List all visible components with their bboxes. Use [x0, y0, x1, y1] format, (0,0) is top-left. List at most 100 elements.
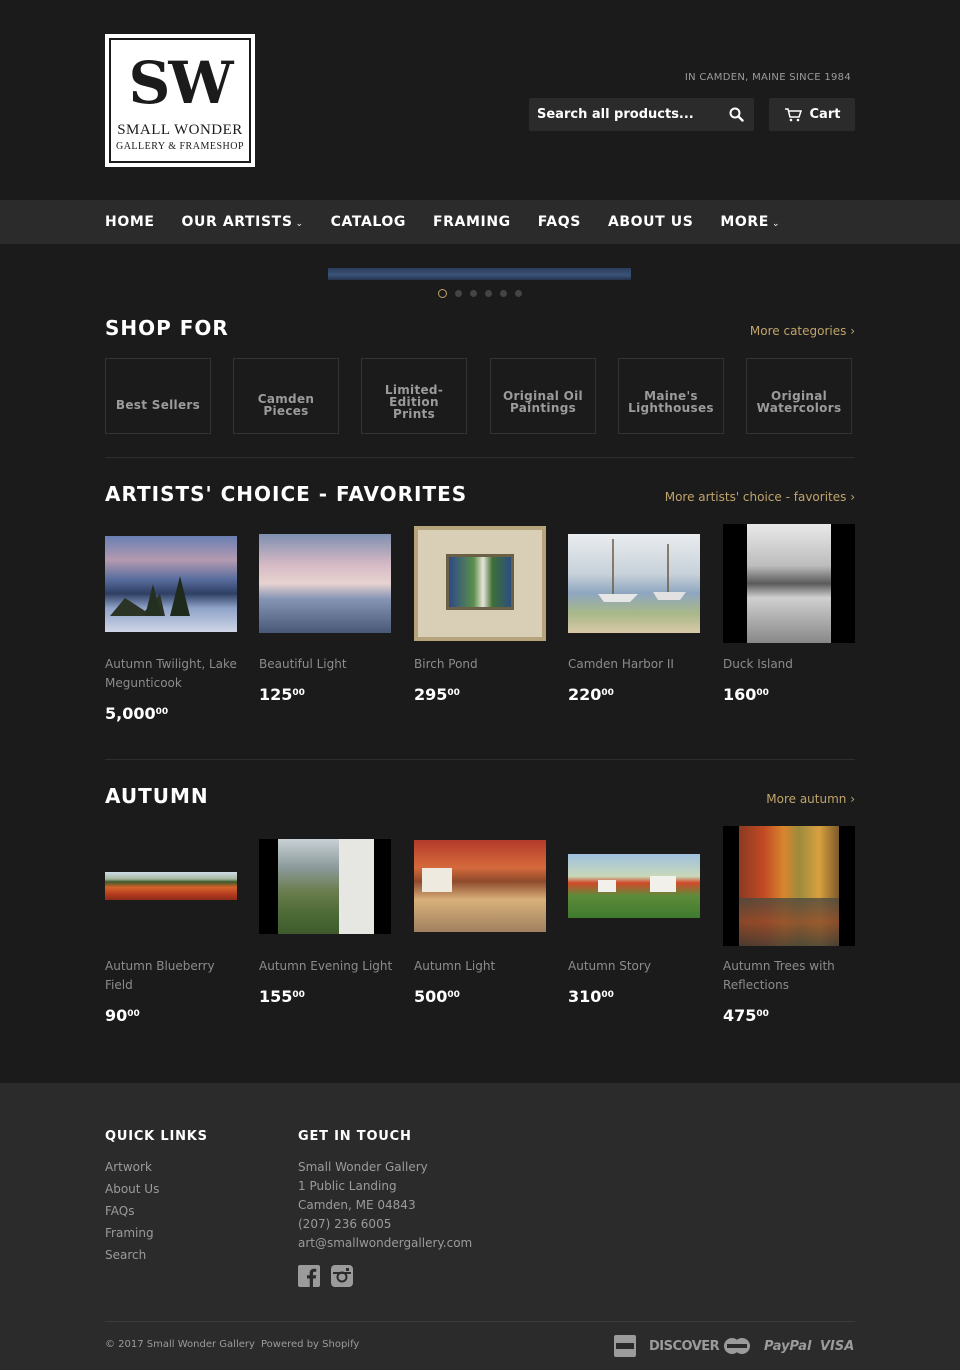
discover-icon: DISCOVER: [649, 1339, 720, 1354]
site-logo[interactable]: SW SMALL WONDER GALLERY & FRAMESHOP: [105, 34, 255, 167]
slider-dot[interactable]: [455, 290, 462, 297]
nav-our-artists[interactable]: OUR ARTISTS ⌄: [182, 200, 304, 246]
product-title[interactable]: Autumn Evening Light: [259, 957, 394, 976]
favorites-header: ARTISTS' CHOICE - FAVORITES More artists…: [105, 482, 855, 506]
divider: [105, 759, 855, 760]
contact-name: Small Wonder Gallery: [298, 1160, 428, 1174]
chevron-down-icon: ⌄: [295, 219, 304, 229]
product-image[interactable]: [568, 534, 700, 633]
nav-catalog[interactable]: CATALOG: [331, 200, 406, 246]
search-icon: [729, 107, 744, 122]
nav-about-us[interactable]: ABOUT US: [608, 200, 693, 246]
logo-name: SMALL WONDER: [117, 122, 243, 138]
search-input[interactable]: [529, 107, 719, 122]
mastercard-icon: [724, 1338, 750, 1354]
product-image[interactable]: [723, 826, 855, 946]
more-favorites-link[interactable]: More artists' choice - favorites ›: [665, 490, 855, 504]
category-tile[interactable]: Camden Pieces: [233, 358, 339, 434]
more-autumn-link[interactable]: More autumn ›: [766, 792, 855, 806]
product-image[interactable]: [259, 534, 391, 633]
product-price: 5,00000: [105, 704, 169, 723]
contact-address: 1 Public Landing: [298, 1179, 397, 1193]
cart-label: Cart: [809, 107, 841, 122]
quick-links-title: QUICK LINKS: [105, 1129, 208, 1144]
more-categories-link[interactable]: More categories ›: [750, 324, 855, 338]
product-title[interactable]: Camden Harbor II: [568, 655, 703, 674]
copyright: © 2017 Small Wonder Gallery: [105, 1339, 255, 1350]
search-form: [529, 98, 754, 131]
product-image[interactable]: [568, 854, 700, 918]
slider-dot[interactable]: [470, 290, 477, 297]
product-price: 31000: [568, 987, 614, 1006]
product-price: 15500: [259, 987, 305, 1006]
footer-link-search[interactable]: Search: [105, 1248, 146, 1262]
visa-icon: VISA: [820, 1339, 855, 1354]
product-title[interactable]: Autumn Twilight, Lake Megunticook: [105, 655, 240, 693]
product-image[interactable]: [414, 840, 546, 932]
chevron-down-icon: ⌄: [771, 219, 781, 229]
product-image[interactable]: [259, 839, 391, 934]
category-tile[interactable]: Original Watercolors: [746, 358, 852, 434]
footer-divider: [105, 1321, 855, 1322]
product-title[interactable]: Duck Island: [723, 655, 858, 674]
product-title[interactable]: Autumn Story: [568, 957, 703, 976]
contact-email[interactable]: art@smallwondergallery.com: [298, 1236, 472, 1250]
main-nav: HOME OUR ARTISTS ⌄ CATALOG FRAMING FAQS A…: [0, 200, 960, 244]
slider-dot[interactable]: [438, 289, 447, 298]
shop-for-header: SHOP FOR More categories ›: [105, 316, 855, 340]
nav-more[interactable]: MORE ⌄: [720, 200, 780, 246]
product-title[interactable]: Birch Pond: [414, 655, 549, 674]
logo-subtitle: GALLERY & FRAMESHOP: [115, 141, 245, 152]
site-header: SW SMALL WONDER GALLERY & FRAMESHOP IN C…: [0, 0, 960, 200]
facebook-icon[interactable]: [298, 1265, 320, 1287]
footer-link-artwork[interactable]: Artwork: [105, 1160, 152, 1174]
product-price: 22000: [568, 685, 614, 704]
product-title[interactable]: Autumn Light: [414, 957, 549, 976]
american-express-icon: [614, 1335, 636, 1357]
product-price: 16000: [723, 685, 769, 704]
category-tile[interactable]: Original Oil Paintings: [490, 358, 596, 434]
product-image[interactable]: [105, 536, 237, 632]
product-price: 9000: [105, 1006, 140, 1025]
cart-button[interactable]: Cart: [769, 98, 855, 131]
contact-phone[interactable]: (207) 236 6005: [298, 1217, 391, 1231]
product-price: 50000: [414, 987, 460, 1006]
tagline: IN CAMDEN, MAINE SINCE 1984: [684, 72, 851, 83]
footer-link-framing[interactable]: Framing: [105, 1226, 154, 1240]
product-price: 12500: [259, 685, 305, 704]
product-price: 29500: [414, 685, 460, 704]
footer-link-about-us[interactable]: About Us: [105, 1182, 159, 1196]
section-title: AUTUMN: [105, 784, 209, 808]
category-tile[interactable]: Limited-Edition Prints: [361, 358, 467, 434]
slider-dot[interactable]: [515, 290, 522, 297]
contact-city: Camden, ME 04843: [298, 1198, 416, 1212]
product-image[interactable]: [723, 524, 855, 643]
product-price: 47500: [723, 1006, 769, 1025]
paypal-icon: PayPal: [764, 1339, 812, 1354]
contact-title: GET IN TOUCH: [298, 1129, 412, 1144]
section-title: SHOP FOR: [105, 316, 229, 340]
slider-dot[interactable]: [500, 290, 507, 297]
autumn-header: AUTUMN More autumn ›: [105, 784, 855, 808]
powered-by-link[interactable]: Powered by Shopify: [261, 1339, 359, 1350]
category-tile[interactable]: Maine's Lighthouses: [618, 358, 724, 434]
nav-faqs[interactable]: FAQS: [538, 200, 581, 246]
slider-dots: [438, 289, 522, 298]
category-tile[interactable]: Best Sellers: [105, 358, 211, 434]
search-button[interactable]: [719, 98, 753, 131]
footer-link-faqs[interactable]: FAQs: [105, 1204, 135, 1218]
product-image[interactable]: [105, 872, 237, 900]
instagram-icon[interactable]: [331, 1265, 353, 1287]
hero-slide-image[interactable]: [328, 268, 631, 280]
product-title[interactable]: Autumn Blueberry Field: [105, 957, 240, 995]
nav-home[interactable]: HOME: [105, 200, 155, 246]
section-title: ARTISTS' CHOICE - FAVORITES: [105, 482, 468, 506]
logo-mark: SW: [128, 49, 233, 117]
product-title[interactable]: Autumn Trees with Reflections: [723, 957, 858, 995]
slider-dot[interactable]: [485, 290, 492, 297]
product-title[interactable]: Beautiful Light: [259, 655, 394, 674]
product-image[interactable]: [414, 526, 546, 641]
divider: [105, 457, 855, 458]
cart-icon: [784, 107, 802, 121]
nav-framing[interactable]: FRAMING: [433, 200, 511, 246]
